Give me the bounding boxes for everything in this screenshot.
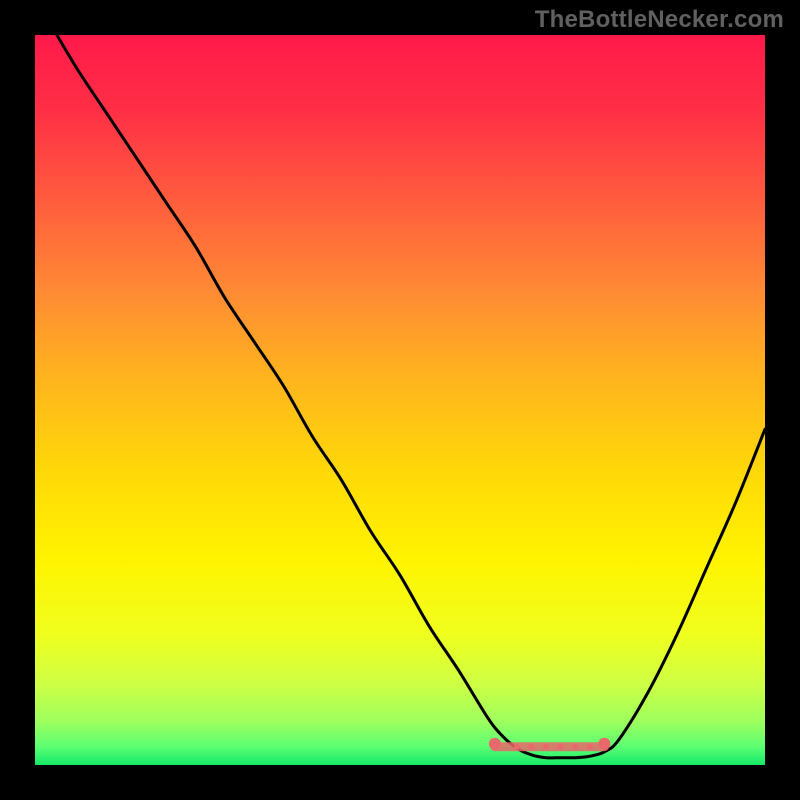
plot-area [35, 35, 765, 765]
chart-svg [35, 35, 765, 765]
watermark-label: TheBottleNecker.com [535, 6, 784, 34]
gradient-background [35, 35, 765, 765]
chart-container: TheBottleNecker.com [0, 0, 800, 800]
